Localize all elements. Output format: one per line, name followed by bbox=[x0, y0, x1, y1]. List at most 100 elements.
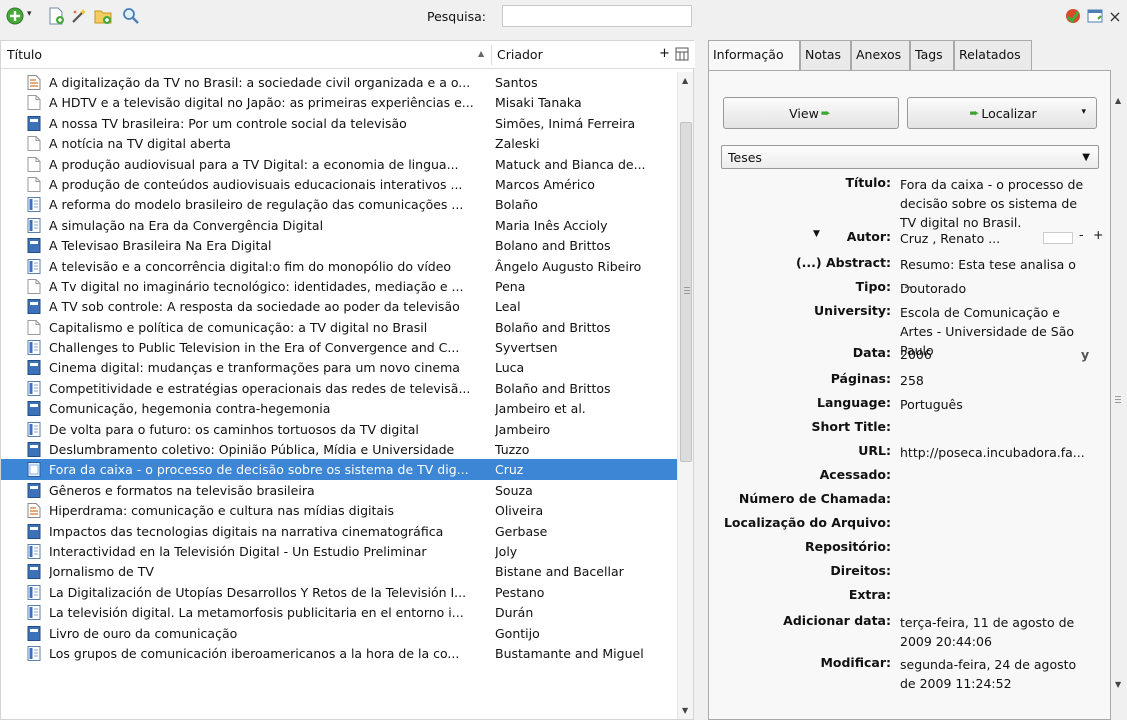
new-item-menu-caret[interactable]: ▾ bbox=[27, 9, 32, 19]
field-value[interactable]: Doutorado bbox=[900, 279, 1090, 298]
fullscreen-button[interactable] bbox=[1085, 6, 1105, 26]
locate-label: Localizar bbox=[981, 105, 1037, 121]
field-value[interactable]: Fora da caixa - o processo de decisão so… bbox=[900, 175, 1090, 232]
field-value[interactable]: 2006 bbox=[900, 345, 1090, 364]
field-value[interactable]: 258 bbox=[900, 371, 1090, 390]
item-row[interactable]: A HDTV e a televisão digital no Japão: a… bbox=[1, 92, 677, 112]
items-pane: Título ▲ Criador + A digitalização da TV… bbox=[0, 40, 695, 720]
new-item-button[interactable] bbox=[5, 6, 25, 26]
item-row[interactable]: A digitalização da TV no Brasil: a socie… bbox=[1, 72, 677, 92]
item-title: A Televisao Brasileira Na Era Digital bbox=[49, 238, 272, 254]
item-title: Livro de ouro da comunicação bbox=[49, 625, 238, 641]
item-row[interactable]: A produção audiovisual para a TV Digital… bbox=[1, 154, 677, 174]
book-icon bbox=[27, 482, 41, 498]
field-label: Tipo: bbox=[855, 279, 891, 294]
item-row[interactable]: A nossa TV brasileira: Por um controle s… bbox=[1, 113, 677, 133]
item-title: A TV sob controle: A resposta da socieda… bbox=[49, 299, 460, 315]
item-row[interactable]: Cinema digital: mudanças e tranformações… bbox=[1, 357, 677, 377]
item-row[interactable]: Hiperdrama: comunicação e cultura nas mí… bbox=[1, 500, 677, 520]
field-label: Data: bbox=[852, 345, 891, 360]
item-creator: Leal bbox=[495, 299, 521, 315]
column-divider[interactable] bbox=[491, 45, 492, 65]
column-picker-icon[interactable] bbox=[675, 47, 689, 61]
locate-source-button[interactable] bbox=[1063, 6, 1083, 26]
item-title: A nossa TV brasileira: Por um controle s… bbox=[49, 115, 407, 131]
tab-anexos[interactable]: Anexos bbox=[851, 40, 910, 70]
item-row[interactable]: Livro de ouro da comunicação Gontijo bbox=[1, 623, 677, 643]
document-icon bbox=[27, 75, 41, 90]
new-collection-button[interactable] bbox=[93, 6, 113, 26]
field-value[interactable]: segunda-feira, 24 de agosto de 2009 11:2… bbox=[900, 655, 1090, 693]
items-scroll-thumb[interactable] bbox=[680, 122, 692, 462]
item-row[interactable]: Fora da caixa - o processo de decisão so… bbox=[1, 459, 677, 480]
item-type-select[interactable]: Teses ▼ bbox=[721, 145, 1099, 169]
wand-button[interactable] bbox=[69, 6, 89, 26]
item-row[interactable]: Interactividad en la Televisión Digital … bbox=[1, 541, 677, 561]
item-row[interactable]: Challenges to Public Television in the E… bbox=[1, 337, 677, 357]
item-creator: Cruz bbox=[495, 462, 524, 478]
field-label: Extra: bbox=[848, 587, 891, 602]
book-icon bbox=[27, 625, 41, 641]
view-button[interactable]: View ➨ bbox=[723, 97, 899, 129]
items-header: Título ▲ Criador + bbox=[1, 41, 695, 69]
item-row[interactable]: A Tv digital no imaginário tecnológico: … bbox=[1, 276, 677, 296]
item-row[interactable]: A reforma do modelo brasileiro de regula… bbox=[1, 194, 677, 214]
field-value[interactable]: http://poseca.incubadora.fa... bbox=[900, 443, 1090, 462]
tab-informacao[interactable]: Informação bbox=[708, 40, 800, 71]
add-column-button[interactable]: + bbox=[659, 46, 670, 61]
chevron-down-icon[interactable]: ▾ bbox=[1081, 107, 1086, 117]
item-title: A produção de conteúdos audiovisuais edu… bbox=[49, 176, 463, 192]
field-label: Autor: bbox=[846, 229, 891, 244]
item-row[interactable]: De volta para o futuro: os caminhos tort… bbox=[1, 419, 677, 439]
scroll-up-arrow-icon[interactable]: ▲ bbox=[682, 76, 688, 85]
item-creator: Souza bbox=[495, 482, 533, 498]
item-row[interactable]: Comunicação, hegemonia contra-hegemonia J… bbox=[1, 398, 677, 418]
new-note-button[interactable] bbox=[46, 6, 66, 26]
search-input[interactable] bbox=[502, 5, 692, 27]
blank-icon bbox=[27, 136, 41, 152]
item-row[interactable]: A TV sob controle: A resposta da socieda… bbox=[1, 296, 677, 316]
advanced-search-button[interactable] bbox=[121, 6, 141, 26]
add-author-button[interactable]: + bbox=[1093, 227, 1103, 242]
item-row[interactable]: Capitalismo e política de comunicação: a… bbox=[1, 317, 677, 337]
item-row[interactable]: Gêneros e formatos na televisão brasilei… bbox=[1, 480, 677, 500]
author-field-toggle[interactable] bbox=[1043, 232, 1073, 244]
item-row[interactable]: La televisión digital. La metamorfosis p… bbox=[1, 602, 677, 622]
column-header-creator[interactable]: Criador bbox=[497, 47, 543, 62]
column-header-title[interactable]: Título bbox=[7, 47, 42, 62]
tab-relatados[interactable]: Relatados bbox=[954, 40, 1032, 70]
item-row[interactable]: La Digitalización de Utopías Desarrollos… bbox=[1, 582, 677, 602]
tab-tags[interactable]: Tags bbox=[910, 40, 954, 70]
scroll-down-arrow-icon[interactable]: ▼ bbox=[682, 706, 688, 715]
item-row[interactable]: Competitividade e estratégias operaciona… bbox=[1, 378, 677, 398]
tab-notas[interactable]: Notas bbox=[800, 40, 851, 70]
item-row[interactable]: Jornalismo de TV Bistane and Bacellar bbox=[1, 561, 677, 581]
item-row[interactable]: Impactos das tecnologias digitais na nar… bbox=[1, 521, 677, 541]
item-row[interactable]: A Televisao Brasileira Na Era Digital Bol… bbox=[1, 235, 677, 255]
items-scrollbar[interactable]: ▲ ▼ bbox=[677, 72, 693, 719]
grip-line bbox=[684, 287, 690, 288]
item-row[interactable]: Los grupos de comunicación iberoamerican… bbox=[1, 643, 677, 663]
sort-ascending-icon: ▲ bbox=[478, 49, 485, 58]
scroll-down-arrow-icon[interactable]: ▼ bbox=[1115, 680, 1121, 689]
item-row[interactable]: Deslumbramento coletivo: Opinião Pública… bbox=[1, 439, 677, 459]
journal-icon bbox=[27, 584, 41, 600]
right-arrow-icon: ➨ bbox=[820, 106, 831, 120]
field-label: Título: bbox=[845, 175, 891, 190]
item-title: Interactividad en la Televisión Digital … bbox=[49, 543, 427, 559]
close-pane-button[interactable]: × bbox=[1105, 6, 1125, 26]
scroll-up-arrow-icon[interactable]: ▲ bbox=[1115, 96, 1121, 105]
field-value[interactable]: terça-feira, 11 de agosto de 2009 20:44:… bbox=[900, 613, 1090, 651]
locate-button[interactable]: ➨ Localizar ▾ bbox=[907, 97, 1097, 129]
item-creator: Bolano and Brittos bbox=[495, 238, 611, 254]
remove-author-button[interactable]: - bbox=[1079, 227, 1084, 242]
info-scrollbar[interactable]: ▲ ▼ bbox=[1112, 84, 1126, 696]
field-value[interactable]: Português bbox=[900, 395, 1090, 414]
item-row[interactable]: A notícia na TV digital aberta Zaleski bbox=[1, 133, 677, 153]
item-row[interactable]: A simulação na Era da Convergência Digit… bbox=[1, 215, 677, 235]
item-row[interactable]: A televisão e a concorrência digital:o f… bbox=[1, 256, 677, 276]
item-row[interactable]: A produção de conteúdos audiovisuais edu… bbox=[1, 174, 677, 194]
author-toggle-icon[interactable]: ▼ bbox=[813, 229, 820, 239]
blank-icon bbox=[27, 95, 41, 111]
item-title: La Digitalización de Utopías Desarrollos… bbox=[49, 584, 467, 600]
